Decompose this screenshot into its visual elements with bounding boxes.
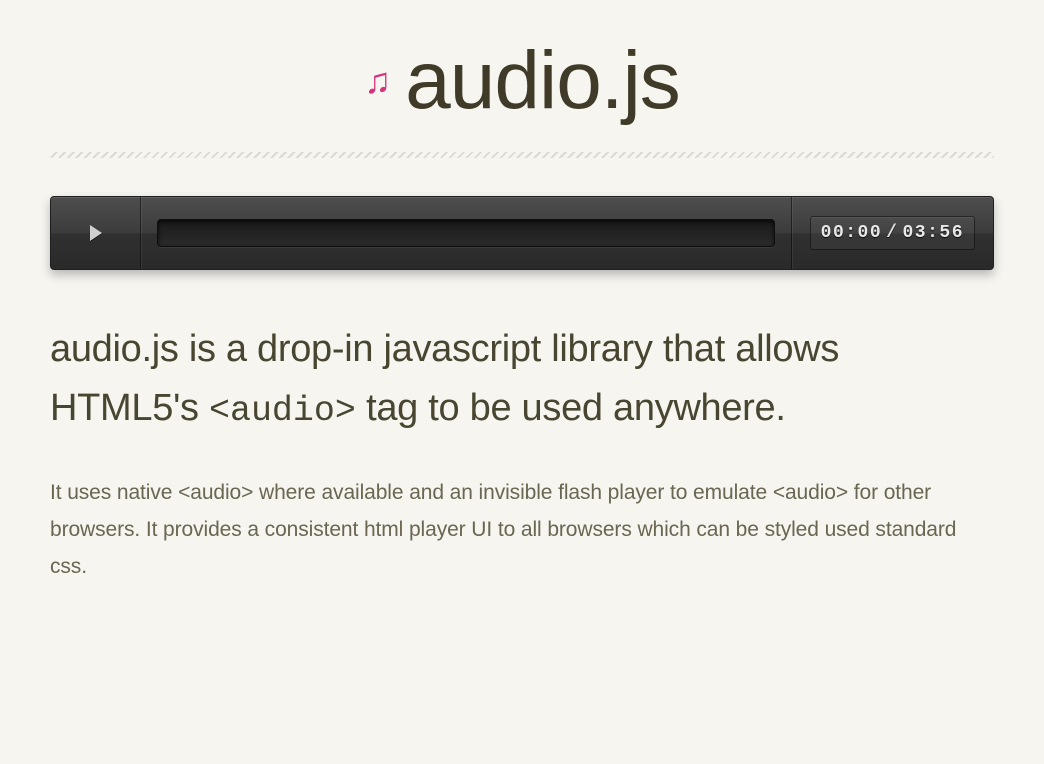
progress-bar[interactable] [157, 219, 775, 247]
page-title-row: ♫ audio.js [50, 40, 994, 122]
lead-code-audio-tag: <audio> [209, 392, 356, 431]
page-title: audio.js [405, 40, 680, 122]
time-separator: / [886, 223, 898, 243]
time-display-area: 00:00/03:56 [792, 197, 993, 269]
time-current: 00:00 [821, 223, 883, 243]
lead-paragraph: audio.js is a drop-in javascript library… [50, 320, 994, 439]
play-icon [90, 225, 102, 241]
body-text-2: where available and an invisible flash p… [253, 481, 773, 504]
body-text-1: It uses native [50, 481, 178, 504]
time-display: 00:00/03:56 [810, 216, 975, 250]
audio-player: 00:00/03:56 [50, 196, 994, 270]
divider [50, 152, 994, 158]
play-button[interactable] [51, 197, 141, 269]
body-code-audio-tag-1: <audio> [178, 481, 253, 504]
lead-text-2: tag to be used anywhere. [356, 387, 786, 429]
time-total: 03:56 [902, 223, 964, 243]
body-paragraph: It uses native <audio> where available a… [50, 475, 994, 585]
track-area [141, 197, 792, 269]
music-note-icon: ♫ [364, 63, 391, 99]
body-code-audio-tag-2: <audio> [773, 481, 848, 504]
